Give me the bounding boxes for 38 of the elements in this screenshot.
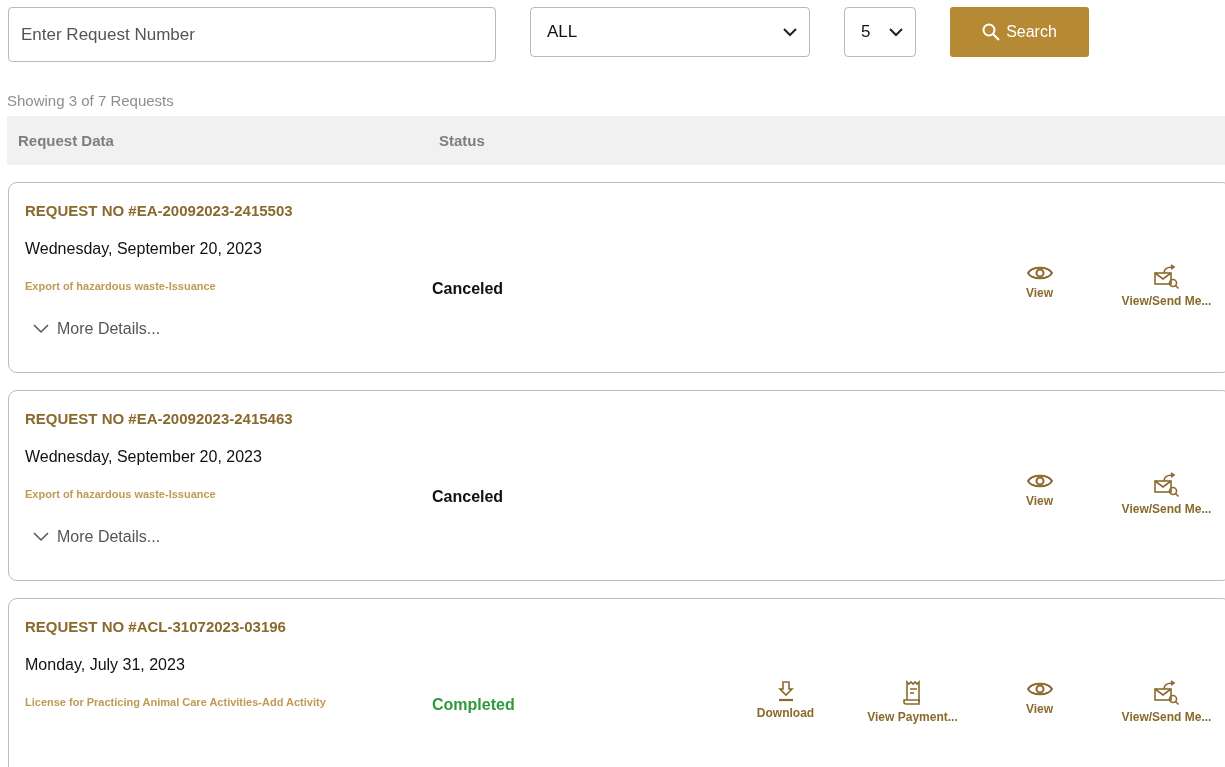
search-button[interactable]: Search xyxy=(950,7,1089,57)
request-date: Wednesday, September 20, 2023 xyxy=(25,240,263,259)
request-number: REQUEST NO #EA-20092023-2415463 xyxy=(25,410,294,429)
more-details-toggle[interactable]: More Details... xyxy=(25,528,161,546)
status-dropdown[interactable]: ALL xyxy=(530,7,810,57)
envelope-search-icon xyxy=(1152,471,1181,498)
envelope-search-icon xyxy=(1152,263,1181,290)
envelope-search-icon xyxy=(1152,679,1181,706)
service-name: Export of hazardous waste-Issuance xyxy=(25,488,217,502)
request-status: Canceled xyxy=(432,280,505,298)
column-header: Request Data xyxy=(17,132,115,149)
request-number: REQUEST NO #EA-20092023-2415503 xyxy=(25,202,294,221)
request-number-field[interactable]: Enter Request Number xyxy=(8,7,496,62)
chevron-down-icon xyxy=(889,27,903,37)
action-button[interactable]: View/Send Me... xyxy=(1103,263,1225,308)
page-size-dropdown[interactable]: 5 xyxy=(844,7,916,57)
action-button[interactable]: View xyxy=(976,263,1103,308)
search-icon xyxy=(982,23,1001,41)
chevron-down-icon xyxy=(33,324,49,334)
request-number: REQUEST NO #ACL-31072023-03196 xyxy=(25,618,287,637)
action-button[interactable]: View Payment... xyxy=(849,679,976,724)
service-name: License for Practicing Animal Care Activities-Add Activity xyxy=(25,696,327,710)
action-button[interactable]: Download xyxy=(722,679,849,724)
results-summary: Showing 3 of 7 Requests xyxy=(6,91,175,111)
action-button[interactable]: View/Send Me... xyxy=(1103,679,1225,724)
service-name: Export of hazardous waste-Issuance xyxy=(25,280,217,294)
more-details-toggle[interactable]: More Details... xyxy=(25,320,161,338)
action-button[interactable]: View xyxy=(976,471,1103,516)
column-header: Status xyxy=(438,132,485,149)
action-button[interactable]: View xyxy=(976,679,1103,724)
download-icon xyxy=(776,679,795,702)
action-button[interactable]: View/Send Me... xyxy=(1103,471,1225,516)
chevron-down-icon xyxy=(33,532,49,542)
request-date: Monday, July 31, 2023 xyxy=(25,656,186,675)
chevron-down-icon xyxy=(783,27,797,37)
request-status: Completed xyxy=(432,696,516,714)
request-status: Canceled xyxy=(432,488,505,506)
request-date: Wednesday, September 20, 2023 xyxy=(25,448,263,467)
